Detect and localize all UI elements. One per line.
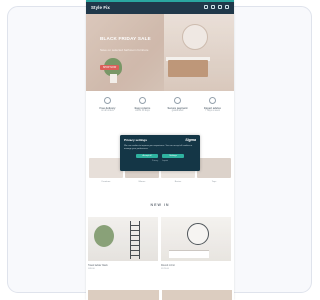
accept-all-button[interactable]: Accept all <box>136 153 158 159</box>
site-logo[interactable]: Style Fix <box>91 5 110 10</box>
cookie-settings-button[interactable]: Settings <box>162 153 184 159</box>
mobile-page-preview: Style Fix BLACK FRIDAY SALE Save on sele… <box>86 0 234 300</box>
header-bar: Style Fix <box>86 0 234 14</box>
imprint-link[interactable]: Imprint <box>162 160 168 162</box>
cart-icon[interactable] <box>225 5 229 9</box>
heart-icon[interactable] <box>218 5 222 9</box>
search-icon[interactable] <box>204 5 208 9</box>
header-accent-stripe <box>86 0 234 2</box>
cookie-dialog: Privacy settings Sigma We use cookies to… <box>120 135 200 171</box>
privacy-link[interactable]: Privacy <box>152 160 158 162</box>
cookie-dialog-links: Privacy Imprint <box>124 160 196 162</box>
account-icon[interactable] <box>211 5 215 9</box>
cookie-dialog-title: Privacy settings <box>124 138 148 142</box>
cookie-dialog-brand: Sigma <box>185 138 196 142</box>
cookie-dialog-text: We use cookies to improve your experienc… <box>124 145 193 150</box>
cookie-dialog-buttons: Accept all Settings <box>124 153 196 159</box>
header-icons <box>204 5 229 9</box>
cookie-dialog-header: Privacy settings Sigma <box>124 138 196 142</box>
